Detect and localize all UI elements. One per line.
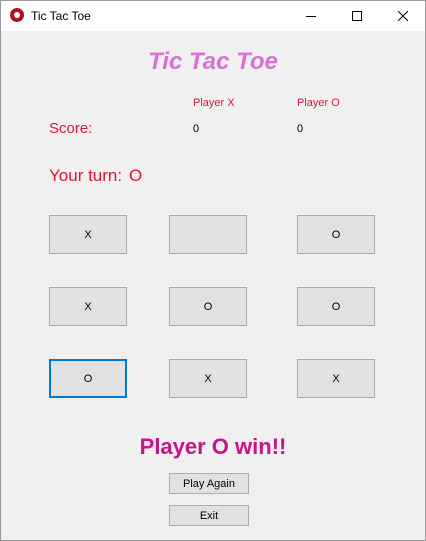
close-button[interactable] (380, 1, 426, 31)
score-player-o: 0 (297, 123, 304, 135)
score-label: Score: (49, 120, 93, 137)
minimize-icon (306, 16, 316, 17)
player-x-header: Player X (193, 97, 235, 109)
board-cell-r3-c2[interactable]: X (169, 359, 247, 398)
board-cell-r2-c1[interactable]: X (49, 287, 127, 326)
turn-value: O (129, 166, 143, 185)
board-cell-r3-c1[interactable]: O (49, 359, 127, 398)
turn-label: Your turn: (49, 166, 123, 185)
maximize-icon (352, 11, 362, 21)
board-cell-r1-c3[interactable]: O (297, 215, 375, 254)
score-player-x: 0 (193, 123, 200, 135)
board-cell-r1-c1[interactable]: X (49, 215, 127, 254)
window-title: Tic Tac Toe (31, 9, 91, 23)
play-again-button[interactable]: Play Again (169, 473, 249, 494)
player-o-header: Player O (297, 97, 340, 109)
board-cell-r2-c2[interactable]: O (169, 287, 247, 326)
app-window: Tic Tac Toe Tic Tac Toe Player X Player … (0, 0, 426, 541)
maximize-button[interactable] (334, 1, 380, 31)
board-cell-r3-c3[interactable]: X (297, 359, 375, 398)
app-logo-icon (10, 8, 24, 22)
board-cell-r1-c2[interactable] (169, 215, 247, 254)
result-message: Player O win!! (139, 434, 287, 459)
exit-button[interactable]: Exit (169, 505, 249, 526)
minimize-button[interactable] (288, 1, 334, 31)
close-icon (398, 11, 408, 21)
game-title: Tic Tac Toe (148, 48, 278, 75)
title-bar[interactable]: Tic Tac Toe (1, 1, 425, 31)
board-cell-r2-c3[interactable]: O (297, 287, 375, 326)
